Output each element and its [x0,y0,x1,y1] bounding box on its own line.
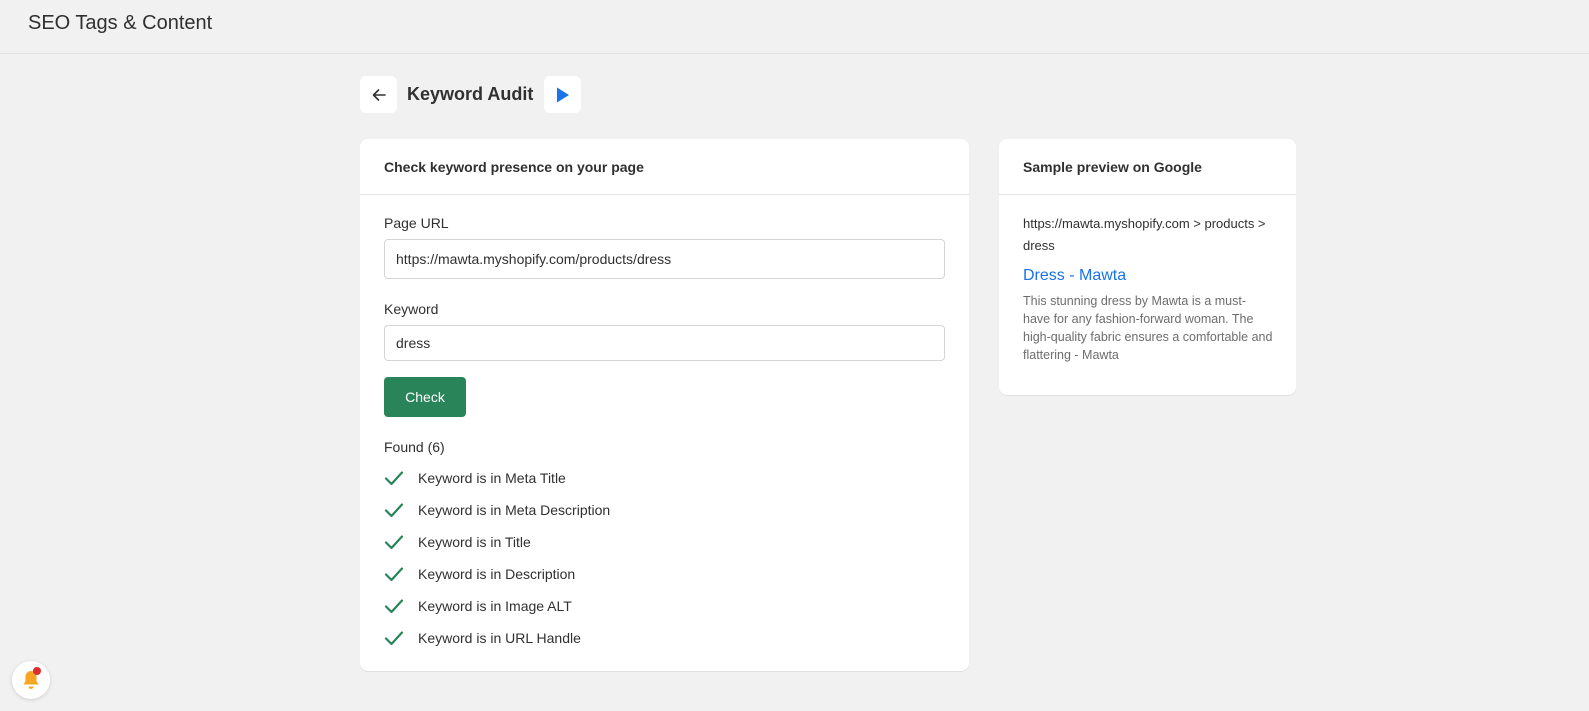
checkmark-icon [384,567,404,582]
checkmark-icon [384,471,404,486]
play-icon [556,87,569,102]
top-bar: SEO Tags & Content [0,0,1589,54]
preview-card-header: Sample preview on Google [999,139,1296,195]
found-count: Found (6) [384,439,445,455]
back-button[interactable] [360,76,397,113]
results-list: Keyword is in Meta Title Keyword is in M… [384,462,945,654]
checkmark-icon [384,631,404,646]
result-text: Keyword is in Image ALT [418,598,572,614]
result-item: Keyword is in Description [384,558,945,590]
keyword-input[interactable]: dress [384,325,945,361]
audit-card-header: Check keyword presence on your page [360,139,969,195]
result-text: Keyword is in Meta Title [418,470,566,486]
notification-dot [33,667,41,675]
checkmark-icon [384,503,404,518]
result-text: Keyword is in Description [418,566,576,582]
notifications-button[interactable] [12,661,50,699]
page-url-label: Page URL [384,215,449,231]
checkmark-icon [384,535,404,550]
preview-title: Dress - Mawta [1023,267,1127,284]
keyword-label: Keyword [384,301,439,317]
page-title: Keyword Audit [407,84,534,104]
arrow-left-icon [372,88,386,101]
result-item: Keyword is in Title [384,526,945,558]
check-button[interactable]: Check [384,377,466,417]
google-preview-card: Sample preview on Google https://mawta.m… [999,139,1296,395]
result-text: Keyword is in URL Handle [418,630,581,646]
result-item: Keyword is in Meta Description [384,494,945,526]
preview-description: This stunning dress by Mawta is a must-h… [1023,294,1273,362]
play-video-button[interactable] [544,76,582,113]
app-title: SEO Tags & Content [28,12,213,34]
checkmark-icon [384,599,404,614]
page-header: Keyword Audit [360,76,582,113]
keyword-audit-card: Check keyword presence on your page Page… [360,139,969,671]
result-item: Keyword is in URL Handle [384,622,945,654]
page-url-input[interactable]: https://mawta.myshopify.com/products/dre… [384,239,945,279]
preview-url: https://mawta.myshopify.com > products >… [1023,216,1266,253]
result-text: Keyword is in Meta Description [418,502,611,518]
result-item: Keyword is in Image ALT [384,590,945,622]
result-text: Keyword is in Title [418,534,531,550]
result-item: Keyword is in Meta Title [384,462,945,494]
